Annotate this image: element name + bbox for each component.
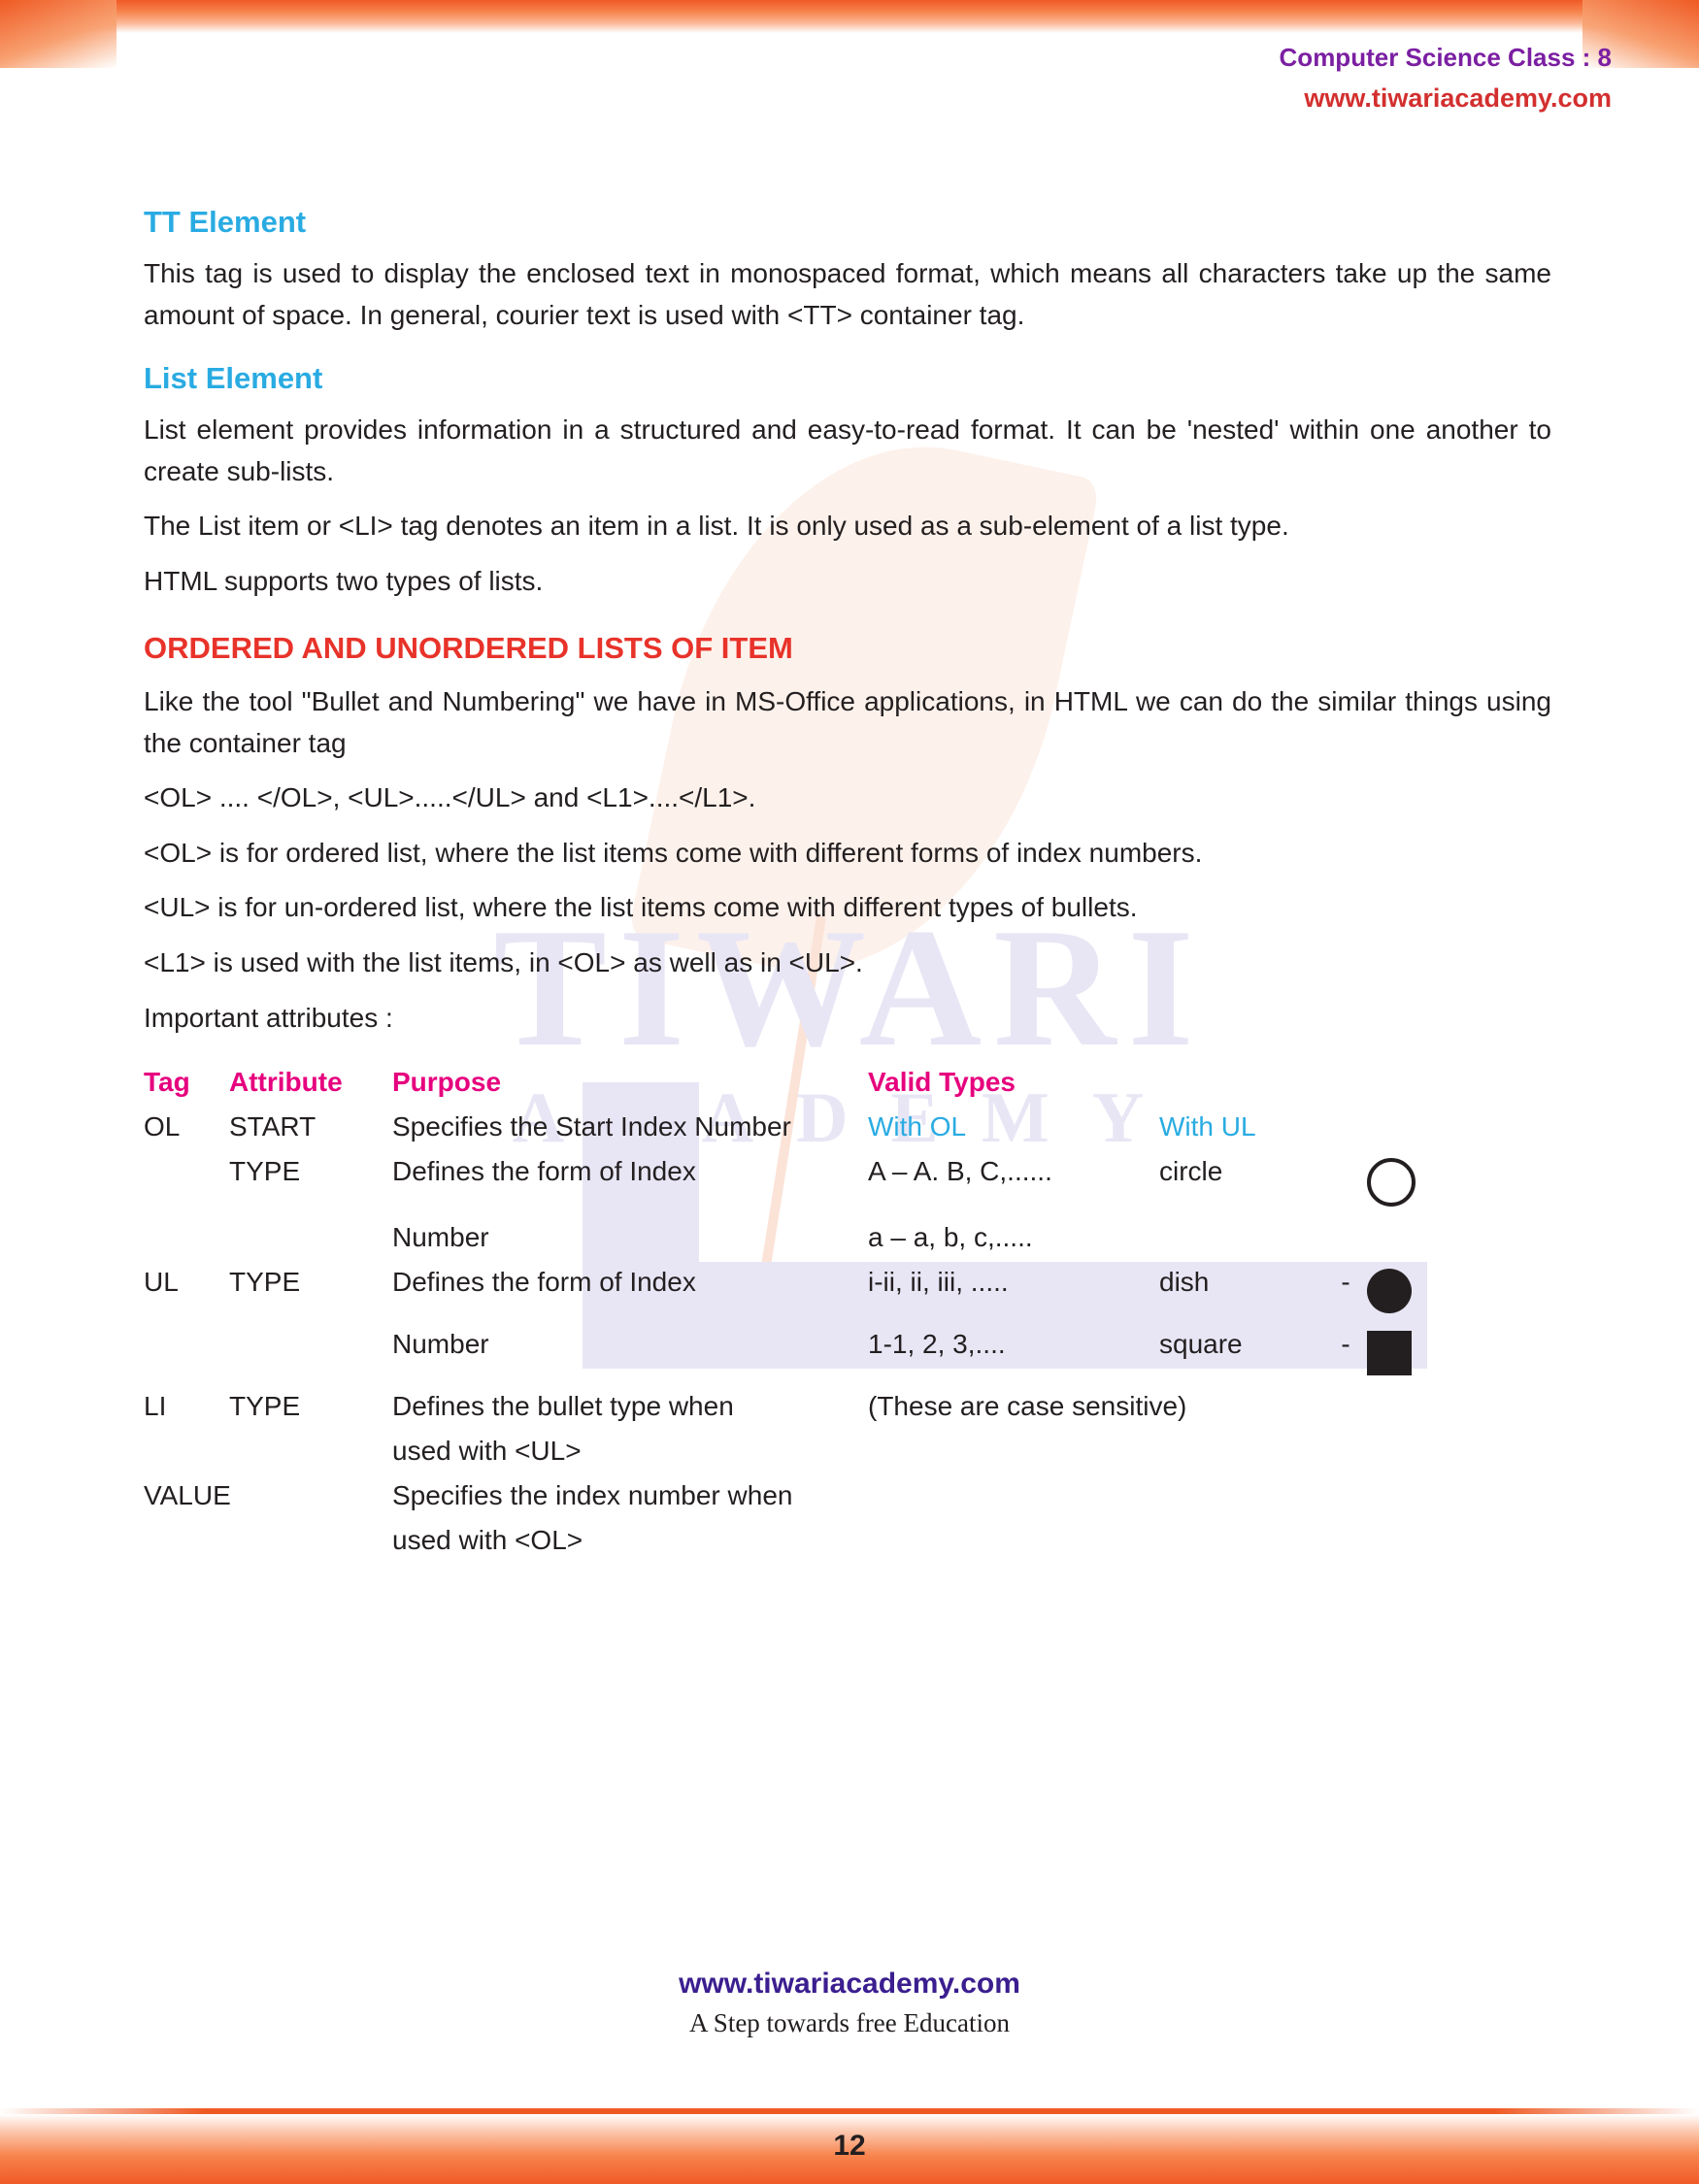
table-row: Number a – a, b, c,..... (144, 1215, 1551, 1260)
document-body: TT Element This tag is used to display t… (144, 180, 1551, 1563)
cell-valid: i-ii, ii, iii, ..... (868, 1267, 1009, 1298)
cell-purpose: Number (392, 1329, 489, 1360)
paragraph-list-1: List element provides information in a s… (144, 414, 1551, 486)
paragraph-list-2: The List item or <LI> tag denotes an ite… (144, 511, 1289, 542)
document-header: Computer Science Class : 8 www.tiwariaca… (1280, 41, 1612, 116)
page-top-decoration (0, 0, 1699, 33)
header-website-link[interactable]: www.tiwariacademy.com (1280, 81, 1612, 116)
column-header-tag: Tag (144, 1067, 190, 1098)
cell-dash: - (1341, 1329, 1350, 1360)
footer-tagline: A Step towards free Education (689, 2008, 1010, 2037)
cell-valid: A – A. B, C,...... (868, 1156, 1052, 1187)
paragraph-ordered-3: <OL> is for ordered list, where the list… (144, 837, 1203, 868)
paragraph-ordered-2: <OL> .... </OL>, <UL>.....</UL> and <L1>… (144, 782, 756, 813)
cell-purpose: used with <UL> (392, 1436, 582, 1467)
cell-dash: - (1341, 1267, 1350, 1298)
paragraph-list-3: HTML supports two types of lists. (144, 565, 544, 596)
page-top-left-corner-decoration (0, 0, 117, 68)
table-header-row: Tag Attribute Purpose Valid Types (144, 1060, 1551, 1105)
table-row: OL START Specifies the Start Index Numbe… (144, 1105, 1551, 1149)
paragraph-tt-element: This tag is used to display the enclosed… (144, 258, 1551, 330)
table-row: LI TYPE Defines the bullet type when (Th… (144, 1384, 1551, 1429)
cell-purpose: Defines the form of Index (392, 1267, 696, 1298)
table-row: UL TYPE Defines the form of Index i-ii, … (144, 1260, 1551, 1322)
table-row: used with <OL> (144, 1518, 1551, 1563)
cell-tag: VALUE (144, 1480, 231, 1511)
cell-purpose: Defines the bullet type when (392, 1391, 734, 1422)
cell-valid-with-ul: With UL (1159, 1111, 1256, 1142)
cell-purpose: Number (392, 1222, 489, 1253)
cell-bullet-mark (1367, 1331, 1435, 1376)
table-row: Number 1-1, 2, 3,.... square - (144, 1322, 1551, 1384)
table-row: VALUE Specifies the index number when (144, 1473, 1551, 1518)
header-title: Computer Science Class : 8 (1279, 43, 1612, 72)
cell-valid-with-ol: With OL (868, 1111, 967, 1142)
cell-ul-type: circle (1159, 1156, 1223, 1187)
cell-bullet-mark (1367, 1158, 1435, 1208)
cell-note-case-sensitive: (These are case sensitive) (868, 1391, 1187, 1422)
footer-website-link[interactable]: www.tiwariacademy.com (0, 1968, 1699, 2001)
square-bullet-icon (1367, 1331, 1412, 1376)
page-number: 12 (833, 2130, 866, 2162)
column-header-attribute: Attribute (229, 1067, 343, 1098)
cell-tag: OL (144, 1111, 181, 1142)
paragraph-ordered-4: <UL> is for un-ordered list, where the l… (144, 892, 1138, 923)
paragraph-ordered-5: <L1> is used with the list items, in <OL… (144, 947, 863, 978)
cell-purpose: Specifies the Start Index Number (392, 1111, 791, 1142)
cell-tag: UL (144, 1267, 179, 1298)
cell-purpose: Defines the form of Index (392, 1156, 696, 1187)
document-footer: www.tiwariacademy.com A Step towards fre… (0, 1968, 1699, 2038)
cell-valid: 1-1, 2, 3,.... (868, 1329, 1006, 1360)
label-important-attributes: Important attributes : (144, 1002, 393, 1033)
circle-bullet-icon (1367, 1158, 1416, 1208)
column-header-purpose: Purpose (392, 1067, 502, 1098)
paragraph-ordered-1: Like the tool "Bullet and Numbering" we … (144, 686, 1551, 758)
cell-ul-type: square (1159, 1329, 1243, 1360)
attributes-table: Tag Attribute Purpose Valid Types OL STA… (144, 1060, 1551, 1563)
cell-purpose: used with <OL> (392, 1525, 583, 1556)
table-row: used with <UL> (144, 1429, 1551, 1473)
cell-attribute: TYPE (229, 1391, 301, 1422)
cell-purpose: Specifies the index number when (392, 1480, 793, 1511)
cell-ul-type: dish (1159, 1267, 1210, 1298)
table-row: TYPE Defines the form of Index A – A. B,… (144, 1149, 1551, 1215)
heading-tt-element: TT Element (144, 205, 307, 239)
cell-tag: LI (144, 1391, 167, 1422)
cell-bullet-mark (1367, 1269, 1435, 1314)
column-header-valid-types: Valid Types (868, 1067, 1016, 1098)
cell-attribute: START (229, 1111, 316, 1142)
cell-attribute: TYPE (229, 1156, 301, 1187)
heading-list-element: List Element (144, 361, 323, 396)
disc-bullet-icon (1367, 1269, 1412, 1314)
cell-valid: a – a, b, c,..... (868, 1222, 1033, 1253)
page-bottom-decoration (0, 2048, 1699, 2184)
cell-attribute: TYPE (229, 1267, 301, 1298)
heading-ordered-unordered-lists: ORDERED AND UNORDERED LISTS OF ITEM (144, 631, 793, 666)
